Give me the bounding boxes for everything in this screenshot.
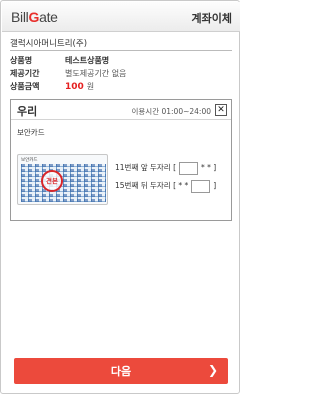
security-card-title: 보안카드	[21, 158, 38, 163]
code-11-input[interactable]	[179, 161, 199, 175]
code-row-11: 11번째 앞 두자리 [ * * ]	[115, 161, 216, 175]
security-card-cells	[21, 164, 106, 202]
product-name-row: 상품명 테스트상품명	[10, 54, 232, 67]
code-15-input[interactable]	[191, 179, 211, 193]
code-15-prefix: 15번째 뒤 두자리 [ * *	[115, 181, 189, 190]
next-button[interactable]: 다음 ❯	[14, 358, 228, 384]
product-name-value: 테스트상품명	[65, 56, 110, 65]
billgate-logo: BillGate	[11, 9, 58, 25]
bank-name: 우리	[17, 105, 38, 118]
price-row: 상품금액 100 원	[10, 80, 232, 93]
period-row: 제공기간 별도제공기간 없음	[10, 67, 232, 80]
close-icon[interactable]: ✕	[215, 104, 227, 116]
price-amount: 100	[65, 82, 84, 92]
bank-hours: 이용시간 01:00~24:00	[131, 107, 212, 116]
code-11-prefix: 11번째 앞 두자리 [	[115, 163, 177, 172]
logo-text-bill: Bill	[11, 9, 29, 25]
code-11-suffix: * * ]	[201, 163, 217, 172]
logo-text-g: G	[28, 9, 40, 25]
sample-stamp: 견본	[41, 170, 63, 192]
logo-text-ate: ate	[39, 9, 58, 25]
code-15-suffix: ]	[213, 181, 217, 190]
merchant-name: 갤럭시아머니트리(주)	[10, 37, 232, 51]
period-label: 제공기간	[10, 69, 40, 78]
bank-panel: 우리 이용시간 01:00~24:00 ✕ 보안카드 보안카드 견본 11번째 …	[10, 99, 232, 221]
chevron-right-icon: ❯	[207, 363, 218, 377]
security-card-label: 보안카드	[17, 128, 45, 137]
merchant-info: 갤럭시아머니트리(주) 상품명 테스트상품명 제공기간 별도제공기간 없음 상품…	[10, 37, 232, 95]
price-unit: 원	[86, 82, 95, 91]
price-label: 상품금액	[10, 82, 40, 91]
header-bar: BillGate 계좌이체	[2, 2, 240, 32]
security-card-image: 보안카드 견본	[17, 154, 108, 205]
bank-header: 우리 이용시간 01:00~24:00 ✕	[11, 100, 231, 120]
code-row-15: 15번째 뒤 두자리 [ * * ]	[115, 179, 216, 193]
page-title: 계좌이체	[191, 12, 232, 25]
next-button-label: 다음	[110, 365, 132, 378]
payment-window: BillGate 계좌이체 갤럭시아머니트리(주) 상품명 테스트상품명 제공기…	[0, 0, 240, 394]
product-name-label: 상품명	[10, 56, 33, 65]
period-value: 별도제공기간 없음	[65, 69, 127, 78]
